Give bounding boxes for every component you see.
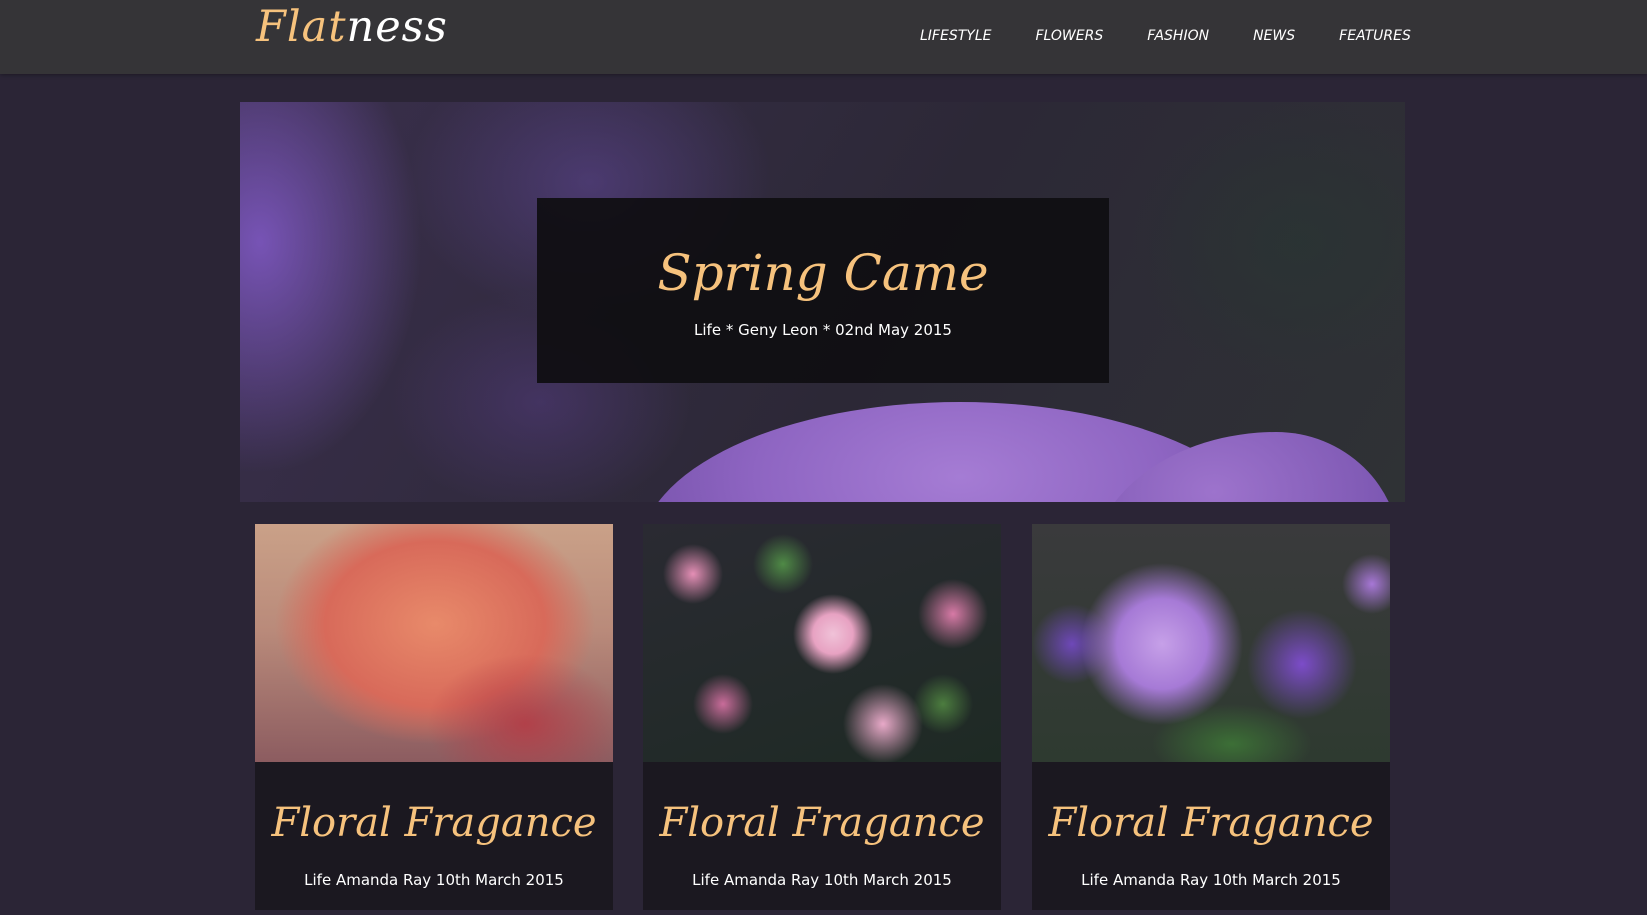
hero-meta: Life * Geny Leon * 02nd May 2015	[694, 321, 952, 339]
site-logo[interactable]: Flatness	[256, 2, 448, 52]
post-card[interactable]: Floral Fragance Life Amanda Ray 10th Mar…	[255, 524, 613, 910]
card-meta: Life Amanda Ray 10th March 2015	[692, 871, 952, 889]
logo-part-ness: ness	[346, 2, 448, 52]
card-title[interactable]: Floral Fragance	[643, 798, 1001, 848]
site-header: Flatness LIFESTYLE FLOWERS FASHION NEWS …	[0, 0, 1647, 74]
nav-lifestyle[interactable]: LIFESTYLE	[920, 25, 991, 47]
nav-news[interactable]: NEWS	[1253, 25, 1295, 47]
nav-fashion[interactable]: FASHION	[1147, 25, 1209, 47]
post-card[interactable]: Floral Fragance Life Amanda Ray 10th Mar…	[1032, 524, 1390, 910]
logo-part-flat: Flat	[256, 2, 347, 52]
post-card[interactable]: Floral Fragance Life Amanda Ray 10th Mar…	[643, 524, 1001, 910]
hero-title[interactable]: Spring Came	[537, 240, 1109, 306]
card-image-orange-lily[interactable]	[255, 524, 613, 762]
hero-banner[interactable]: Spring Came Life * Geny Leon * 02nd May …	[240, 102, 1405, 502]
nav-flowers[interactable]: FLOWERS	[1035, 25, 1103, 47]
card-image-purple-petunia[interactable]	[1032, 524, 1390, 762]
card-meta: Life Amanda Ray 10th March 2015	[304, 871, 564, 889]
card-meta: Life Amanda Ray 10th March 2015	[1081, 871, 1341, 889]
card-title[interactable]: Floral Fragance	[1032, 798, 1390, 848]
hero-caption-box: Spring Came Life * Geny Leon * 02nd May …	[537, 198, 1109, 383]
main-nav: LIFESTYLE FLOWERS FASHION NEWS FEATURES	[900, 25, 1411, 47]
nav-features[interactable]: FEATURES	[1339, 25, 1411, 47]
card-image-pink-blossom[interactable]	[643, 524, 1001, 762]
card-title[interactable]: Floral Fragance	[255, 798, 613, 848]
